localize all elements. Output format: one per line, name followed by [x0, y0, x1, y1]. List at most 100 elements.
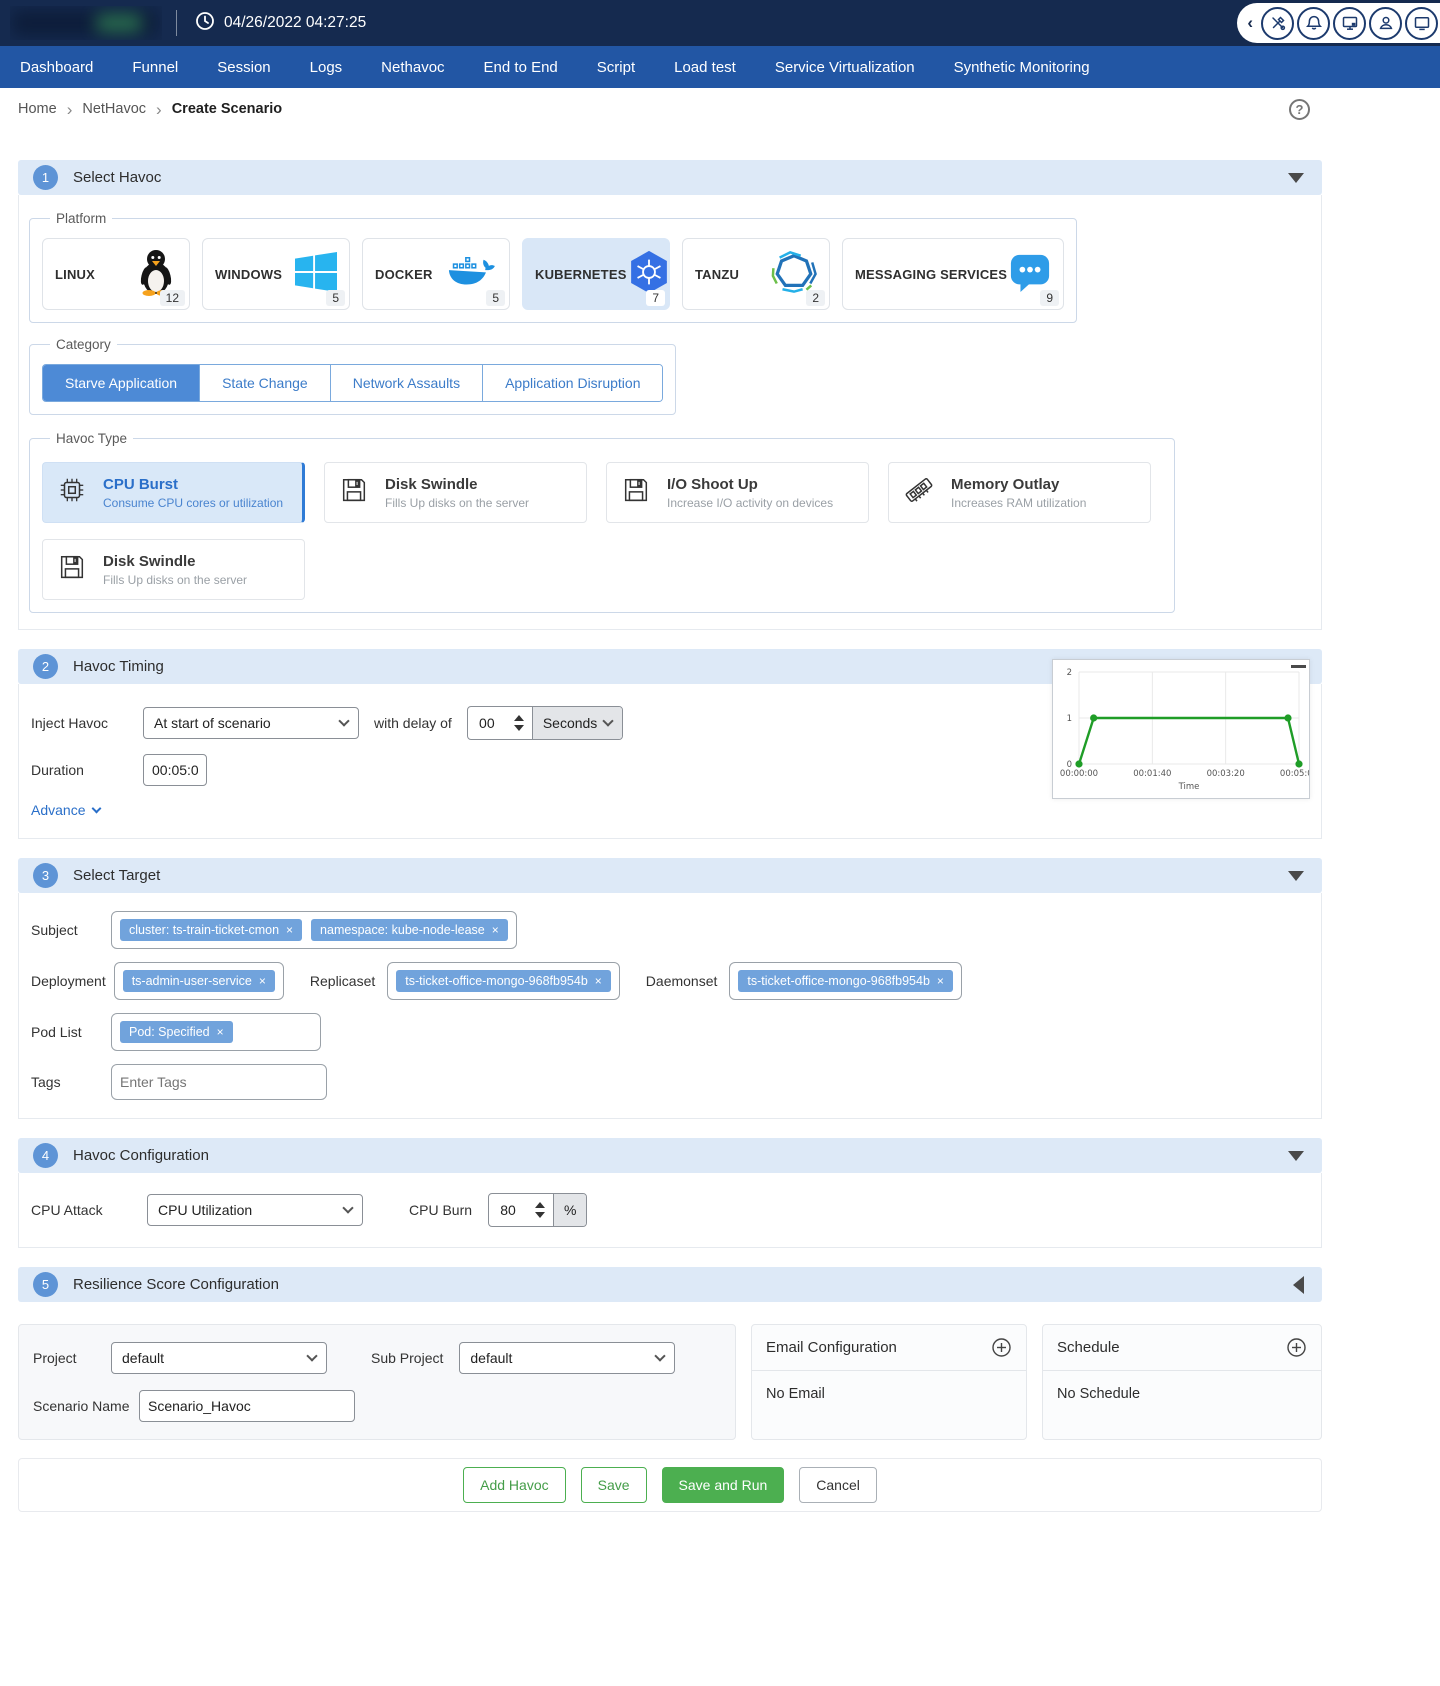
- minimize-icon[interactable]: [1291, 665, 1306, 668]
- user-icon[interactable]: [1369, 7, 1402, 40]
- clock-icon: [195, 11, 215, 36]
- scenario-name-row: Scenario Name: [33, 1390, 721, 1422]
- havoc-type-memory-outlay[interactable]: Memory Outlay Increases RAM utilization: [888, 462, 1151, 523]
- chip-remove-icon[interactable]: ×: [595, 975, 602, 987]
- duration-input[interactable]: [143, 754, 207, 786]
- platform-card-kubernetes[interactable]: KUBERNETES 7: [522, 238, 670, 310]
- cpu-burn-stepper[interactable]: 80 %: [488, 1193, 587, 1227]
- nav-item-funnel[interactable]: Funnel: [132, 59, 178, 76]
- category-starve-application[interactable]: Starve Application: [43, 365, 200, 401]
- subject-chip-namespace[interactable]: namespace: kube-node-lease ×: [311, 919, 508, 941]
- replicaset-chip-container[interactable]: ts-ticket-office-mongo-968fb954b ×: [387, 962, 620, 1000]
- screen-share-icon[interactable]: [1405, 7, 1438, 40]
- pod-list-chip-container[interactable]: Pod: Specified ×: [111, 1013, 321, 1051]
- pod-list-label: Pod List: [31, 1024, 103, 1040]
- section-title: Select Havoc: [73, 169, 161, 186]
- deployment-chip-container[interactable]: ts-admin-user-service ×: [114, 962, 284, 1000]
- chip-remove-icon[interactable]: ×: [286, 924, 293, 936]
- nav-item-load-test[interactable]: Load test: [674, 59, 736, 76]
- subject-row: Subject cluster: ts-train-ticket-cmon × …: [31, 911, 1309, 949]
- collapse-caret-icon[interactable]: [1288, 173, 1304, 183]
- nav-item-logs[interactable]: Logs: [310, 59, 343, 76]
- inject-havoc-select[interactable]: At start of scenario: [143, 707, 359, 739]
- main-nav: Dashboard Funnel Session Logs Nethavoc E…: [0, 46, 1440, 88]
- category-network-assaults[interactable]: Network Assaults: [331, 365, 483, 401]
- stepper-arrows-icon[interactable]: [527, 1194, 553, 1226]
- delay-unit-select[interactable]: Seconds: [532, 707, 622, 739]
- platform-card-windows[interactable]: WINDOWS 5: [202, 238, 350, 310]
- nav-item-session[interactable]: Session: [217, 59, 270, 76]
- tools-icon[interactable]: [1261, 7, 1294, 40]
- step-number-badge: 4: [33, 1143, 58, 1168]
- havoc-type-disk-swindle[interactable]: Disk Swindle Fills Up disks on the serve…: [324, 462, 587, 523]
- add-email-icon[interactable]: [991, 1337, 1012, 1358]
- advance-toggle[interactable]: Advance: [31, 802, 100, 818]
- platform-card-messaging-services[interactable]: MESSAGING SERVICES 9: [842, 238, 1064, 310]
- section-select-havoc: 1 Select Havoc Platform LINUX 12 WINDOWS: [18, 160, 1322, 630]
- save-and-run-button[interactable]: Save and Run: [662, 1467, 785, 1503]
- select-target-header[interactable]: 3 Select Target: [18, 858, 1322, 893]
- select-havoc-header[interactable]: 1 Select Havoc: [18, 160, 1322, 195]
- havoc-type-cpu-burst[interactable]: CPU Burst Consume CPU cores or utilizati…: [42, 462, 305, 523]
- breadcrumb-home[interactable]: Home: [18, 101, 57, 117]
- replicaset-chip[interactable]: ts-ticket-office-mongo-968fb954b ×: [396, 970, 611, 992]
- pod-list-chip[interactable]: Pod: Specified ×: [120, 1021, 233, 1043]
- add-schedule-icon[interactable]: [1286, 1337, 1307, 1358]
- resilience-score-header[interactable]: 5 Resilience Score Configuration: [18, 1267, 1322, 1302]
- tags-label: Tags: [31, 1074, 103, 1090]
- tray-collapse-icon[interactable]: ‹: [1247, 13, 1253, 33]
- collapse-caret-icon[interactable]: [1288, 1151, 1304, 1161]
- help-icon[interactable]: ?: [1289, 99, 1310, 120]
- platform-count-badge: 2: [806, 290, 825, 306]
- category-application-disruption[interactable]: Application Disruption: [483, 365, 662, 401]
- nav-item-synthetic-monitoring[interactable]: Synthetic Monitoring: [954, 59, 1090, 76]
- svg-text:00:05:00: 00:05:00: [1280, 769, 1309, 779]
- delay-stepper[interactable]: 00 Seconds: [467, 706, 623, 740]
- expand-caret-icon[interactable]: [1293, 1276, 1304, 1294]
- havoc-type-io-shoot-up[interactable]: I/O Shoot Up Increase I/O activity on de…: [606, 462, 869, 523]
- breadcrumb-nethavoc[interactable]: NetHavoc: [82, 101, 146, 117]
- floppy-disk-icon: [57, 552, 87, 587]
- nav-item-service-virtualization[interactable]: Service Virtualization: [775, 59, 915, 76]
- schedule-panel-status: No Schedule: [1043, 1371, 1321, 1417]
- schedule-panel: Schedule No Schedule: [1042, 1324, 1322, 1440]
- section-havoc-configuration: 4 Havoc Configuration CPU Attack CPU Uti…: [18, 1138, 1322, 1248]
- chip-remove-icon[interactable]: ×: [217, 1026, 224, 1038]
- subject-chip-container[interactable]: cluster: ts-train-ticket-cmon × namespac…: [111, 911, 517, 949]
- notifications-bell-icon[interactable]: [1297, 7, 1330, 40]
- subject-chip-cluster[interactable]: cluster: ts-train-ticket-cmon ×: [120, 919, 302, 941]
- platform-card-docker[interactable]: DOCKER 5: [362, 238, 510, 310]
- project-select[interactable]: default: [111, 1342, 327, 1374]
- chip-remove-icon[interactable]: ×: [492, 924, 499, 936]
- chip-remove-icon[interactable]: ×: [259, 975, 266, 987]
- sub-project-select[interactable]: default: [459, 1342, 675, 1374]
- add-havoc-button[interactable]: Add Havoc: [463, 1467, 565, 1503]
- havoc-configuration-header[interactable]: 4 Havoc Configuration: [18, 1138, 1322, 1173]
- save-button[interactable]: Save: [581, 1467, 647, 1503]
- breadcrumb-current-page: Create Scenario: [172, 101, 282, 117]
- nav-item-nethavoc[interactable]: Nethavoc: [381, 59, 444, 76]
- platform-card-tanzu[interactable]: TANZU 2: [682, 238, 830, 310]
- category-state-change[interactable]: State Change: [200, 365, 331, 401]
- platform-card-linux[interactable]: LINUX 12: [42, 238, 190, 310]
- havoc-type-disk-swindle-2[interactable]: Disk Swindle Fills Up disks on the serve…: [42, 539, 305, 600]
- chip-remove-icon[interactable]: ×: [937, 975, 944, 987]
- daemonset-chip-container[interactable]: ts-ticket-office-mongo-968fb954b ×: [729, 962, 962, 1000]
- platform-count-badge: 7: [646, 290, 665, 306]
- cpu-attack-label: CPU Attack: [31, 1202, 147, 1218]
- stepper-arrows-icon[interactable]: [506, 707, 532, 739]
- nav-item-dashboard[interactable]: Dashboard: [20, 59, 93, 76]
- deployment-chip[interactable]: ts-admin-user-service ×: [123, 970, 275, 992]
- scenario-name-input[interactable]: [139, 1390, 355, 1422]
- cpu-attack-select[interactable]: CPU Utilization: [147, 1194, 363, 1226]
- collapse-caret-icon[interactable]: [1288, 871, 1304, 881]
- desktop-alert-icon[interactable]: [1333, 7, 1366, 40]
- footer-action-bar: Add Havoc Save Save and Run Cancel: [18, 1458, 1322, 1512]
- daemonset-chip[interactable]: ts-ticket-office-mongo-968fb954b ×: [738, 970, 953, 992]
- sub-project-label: Sub Project: [371, 1350, 443, 1366]
- cancel-button[interactable]: Cancel: [799, 1467, 877, 1503]
- nav-item-script[interactable]: Script: [597, 59, 635, 76]
- tags-input[interactable]: [111, 1064, 327, 1100]
- nav-item-end-to-end[interactable]: End to End: [484, 59, 558, 76]
- project-row: Project default Sub Project default: [33, 1342, 721, 1374]
